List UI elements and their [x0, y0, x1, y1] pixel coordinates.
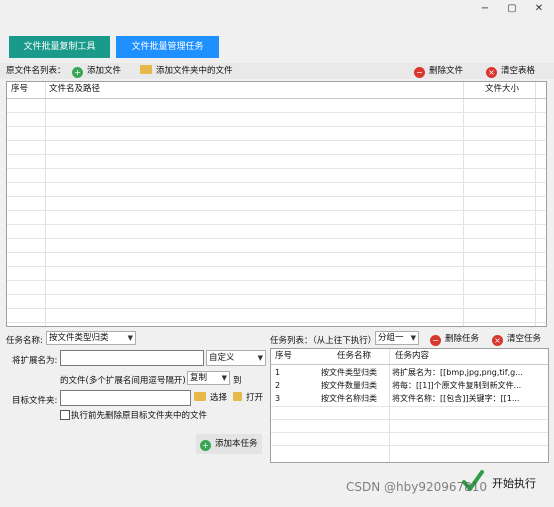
task-list-label: 任务列表：（从上往下执行） — [270, 336, 377, 346]
folder-open-icon — [233, 392, 242, 401]
target-folder-label: 目标文件夹: — [12, 396, 58, 406]
tab-file-copy-tool[interactable]: 文件批量复制工具 — [9, 36, 110, 58]
group-select[interactable]: 分组一 ▼ — [375, 331, 419, 345]
plus-icon: + — [200, 440, 211, 451]
col-header-size: 文件大小 — [485, 84, 520, 94]
close-icon: × — [492, 335, 503, 346]
task-row[interactable]: 2 按文件数量归类 将每：[[1]]个原文件复制到新文件... — [271, 379, 548, 392]
ext-label: 将扩展名为: — [12, 356, 58, 366]
task-row[interactable]: 1 按文件类型归类 将扩展名为：[[bmp,jpg,png,tif,g... — [271, 366, 548, 379]
task-name-select[interactable]: 按文件类型归类 ▼ — [46, 331, 136, 345]
action-select[interactable]: 复制 ▼ — [187, 371, 230, 385]
folder-icon — [140, 65, 152, 74]
open-folder-button[interactable]: 打开 — [233, 391, 263, 405]
maximize-button[interactable]: ▢ — [497, 0, 527, 18]
close-button[interactable]: ✕ — [524, 0, 554, 18]
plus-icon: + — [72, 67, 83, 78]
watermark-text: CSDN @hby920967810 — [346, 480, 488, 494]
col-header-path: 文件名及路径 — [49, 84, 101, 94]
close-icon: × — [486, 67, 497, 78]
files-desc-label: 的文件(多个扩展名间用逗号隔开) — [60, 376, 186, 386]
ext-input[interactable] — [60, 350, 204, 366]
delete-file-button[interactable]: − 删除文件 — [414, 63, 463, 79]
minus-icon: − — [430, 335, 441, 346]
tab-file-task-manager[interactable]: 文件批量管理任务 — [116, 36, 219, 58]
add-folder-files-button[interactable]: 添加文件夹中的文件 — [140, 63, 233, 79]
chevron-down-icon: ▼ — [221, 374, 227, 382]
file-list-label: 原文件名列表： — [6, 66, 66, 76]
choose-folder-button[interactable]: 选择 — [194, 391, 227, 405]
pre-delete-checkbox[interactable] — [60, 410, 70, 420]
chevron-down-icon: ▼ — [127, 334, 133, 342]
col-header-index: 序号 — [11, 84, 29, 94]
minimize-button[interactable]: − — [470, 0, 500, 18]
add-file-button[interactable]: + 添加文件 — [72, 63, 121, 79]
file-table[interactable]: 序号 文件名及路径 文件大小 — [6, 81, 547, 327]
delete-task-button[interactable]: − 删除任务 — [430, 332, 479, 346]
clear-task-button[interactable]: × 清空任务 — [492, 332, 541, 346]
task-name-label: 任务名称: — [6, 336, 43, 346]
start-button-label: 开始执行 — [492, 477, 536, 490]
folder-icon — [194, 392, 206, 401]
task-col-header-index: 序号 — [275, 351, 293, 361]
task-table[interactable]: 序号 任务名称 任务内容 1 按文件类型归类 将扩展名为：[[bmp,jpg,p… — [270, 348, 549, 463]
chevron-down-icon: ▼ — [257, 354, 263, 362]
task-col-header-content: 任务内容 — [395, 351, 430, 361]
pre-delete-label: 执行前先删除原目标文件夹中的文件 — [71, 411, 208, 421]
to-label: 到 — [233, 376, 242, 386]
file-list-toolbar: 原文件名列表： + 添加文件 添加文件夹中的文件 − 删除文件 × 清空表格 — [0, 63, 554, 79]
minus-icon: − — [414, 67, 425, 78]
ext-mode-select[interactable]: 自定义 ▼ — [206, 350, 266, 366]
task-row[interactable]: 3 按文件名称归类 将文件名称：[[包含]]关键字：[[1... — [271, 392, 548, 405]
task-col-header-name: 任务名称 — [336, 351, 371, 361]
add-task-button[interactable]: + 添加本任务 — [196, 434, 262, 454]
chevron-down-icon: ▼ — [410, 334, 416, 342]
target-folder-input[interactable] — [60, 390, 191, 406]
clear-table-button[interactable]: × 清空表格 — [486, 63, 535, 79]
